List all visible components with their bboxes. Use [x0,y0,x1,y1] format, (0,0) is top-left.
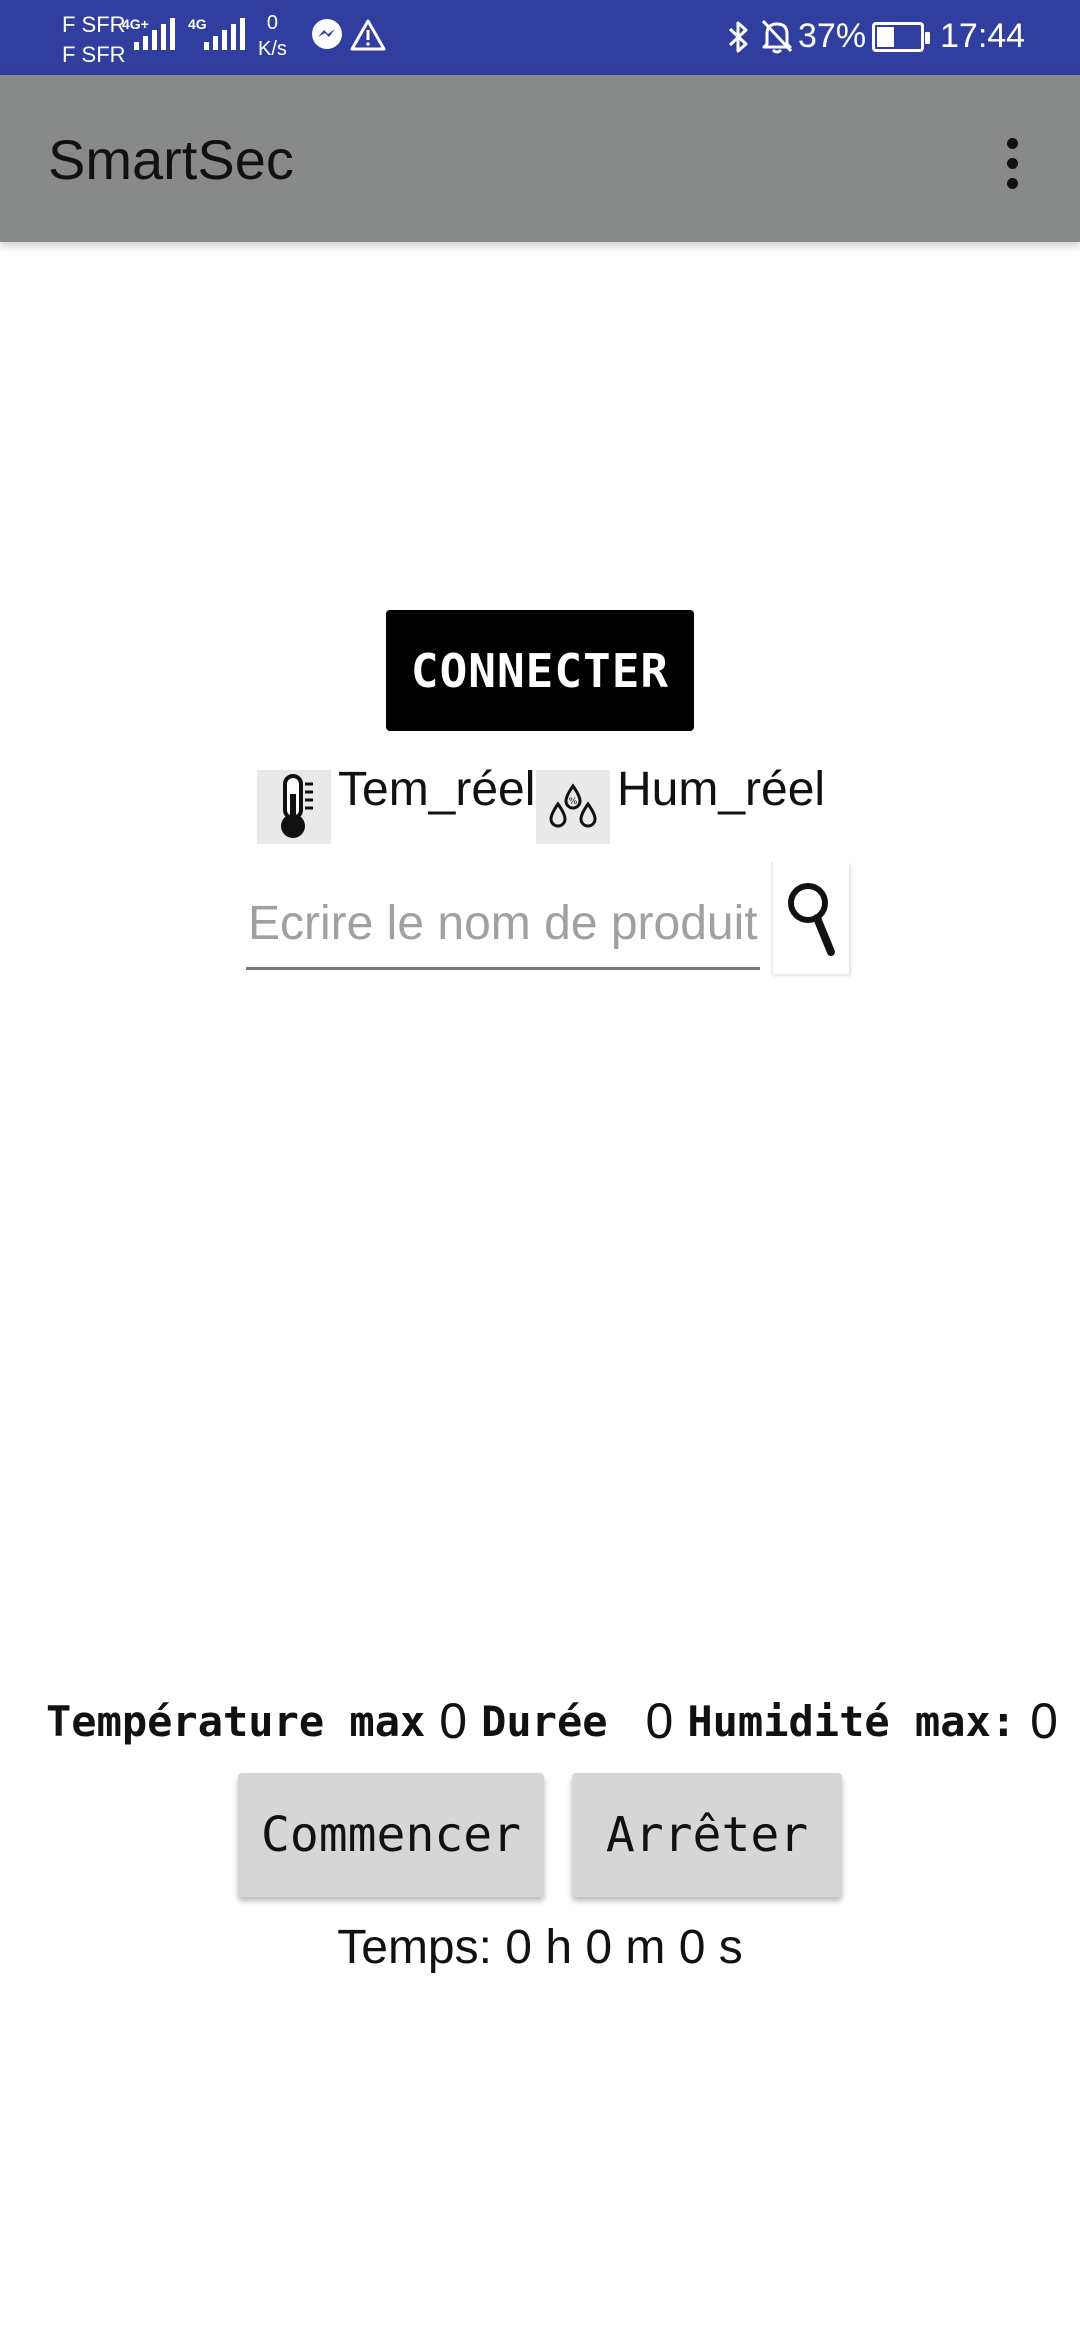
battery-level-fill [877,27,895,47]
battery-icon [872,22,930,52]
more-vert-icon[interactable] [990,127,1034,199]
temperature-max-value: 0 [439,1693,468,1749]
status-bar: F SFR F SFR 4G+ 4G 0 K/s 37% 17:44 [0,0,1080,75]
battery-percent: 37% [798,17,867,55]
bell-off-icon [760,18,794,59]
humidity-max-label: Humidité max: [687,1696,1017,1746]
network-speed-unit: K/s [258,38,287,60]
app-title: SmartSec [48,128,294,191]
temperature-max-label: Température max [46,1696,426,1746]
humidity-max-value: 0 [1030,1693,1058,1749]
svg-text:%: % [569,797,578,807]
signal-icon [204,18,245,50]
stop-button[interactable]: Arrêter [572,1773,842,1897]
bluetooth-icon [726,20,750,59]
app-bar: SmartSec [0,75,1080,242]
product-name-input[interactable] [246,880,760,970]
start-button[interactable]: Commencer [238,1773,544,1897]
clock: 17:44 [940,17,1026,55]
connect-button[interactable]: CONNECTER [386,610,694,731]
network-speed-value: 0 [266,12,279,34]
search-button[interactable] [771,862,849,974]
humidity-label: Hum_réel [617,763,826,816]
carrier-1: F SFR [62,12,126,37]
duration-label: Durée [481,1696,608,1746]
water-drops-icon: % [536,770,610,844]
elapsed-time: Temps: 0 h 0 m 0 s [337,1921,743,1974]
warning-icon [350,18,386,57]
carrier-2: F SFR [62,42,126,67]
search-icon [783,876,839,967]
messenger-icon [310,18,344,57]
thermometer-icon [257,770,331,844]
network-speed: 0 K/s [258,10,287,62]
signal-icon [134,18,175,50]
carrier-labels: F SFR F SFR [62,10,126,70]
temperature-label: Tem_réel [338,763,536,816]
stats-line: Température max 0 Durée 0 Humidité max: … [46,1686,1058,1756]
duration-value: 0 [645,1693,674,1749]
